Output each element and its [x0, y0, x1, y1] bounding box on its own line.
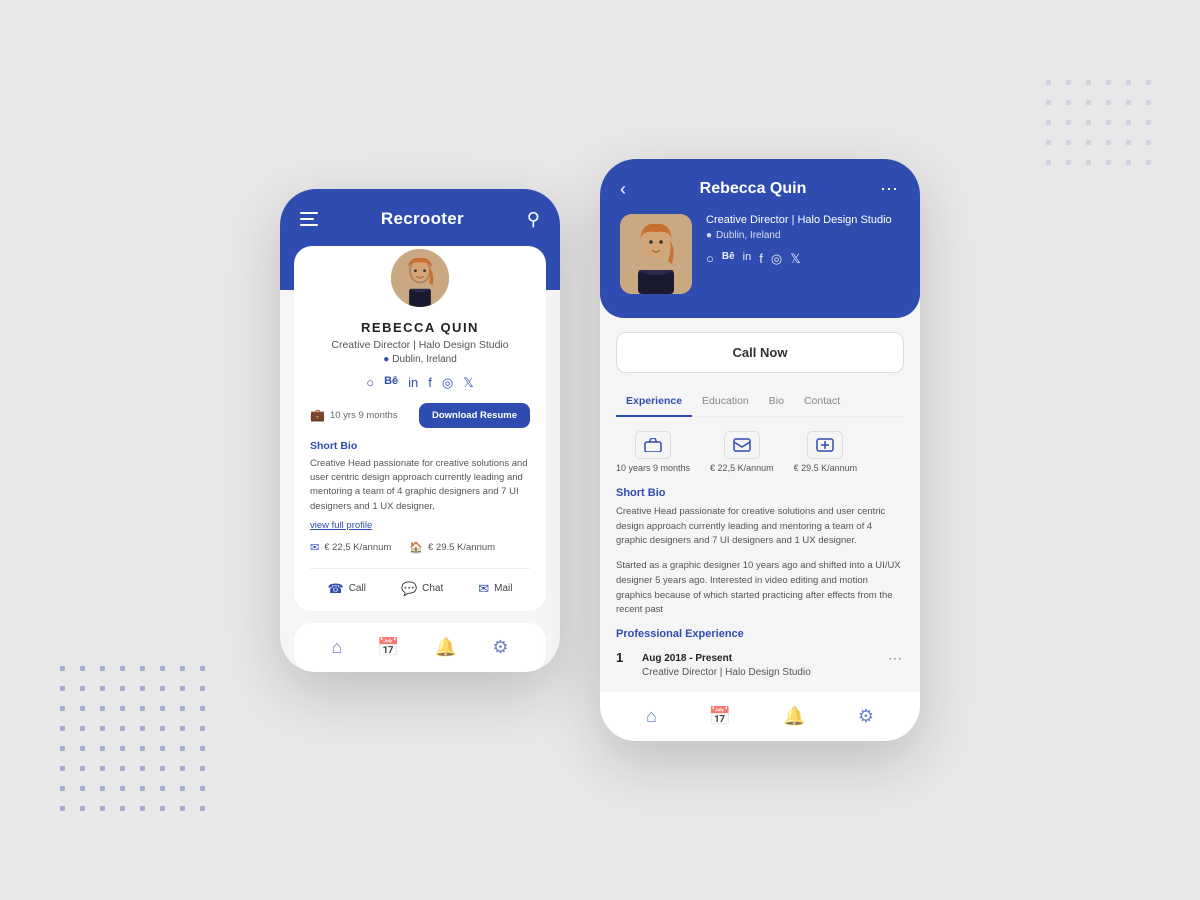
professional-experience-title: Professional Experience [616, 628, 904, 640]
profile2-info: Creative Director | Halo Design Studio ●… [706, 214, 900, 267]
bio2-text2: Started as a graphic designer 10 years a… [616, 559, 904, 618]
profile-name: REBECCA QUIN [310, 320, 530, 335]
avatar [388, 246, 452, 310]
briefcase-icon: 💼 [310, 408, 325, 422]
experience-label: 💼 10 yrs 9 months [310, 408, 398, 422]
profile-title: Creative Director | Halo Design Studio [310, 339, 530, 351]
nav-settings-icon[interactable]: ⚙ [492, 637, 508, 658]
exp-job-title: Creative Director | Halo Design Studio [642, 667, 904, 678]
linkedin-icon[interactable]: in [408, 375, 418, 391]
phone2: ‹ Rebecca Quin ⋯ [600, 159, 920, 741]
bio-text: Creative Head passionate for creative so… [310, 457, 530, 514]
call-button[interactable]: ☎ Call [328, 581, 366, 597]
app-title: Recrooter [381, 209, 464, 229]
tab-education[interactable]: Education [692, 389, 759, 417]
short-bio2-title: Short Bio [616, 487, 904, 499]
profile-card: REBECCA QUIN Creative Director | Halo De… [294, 246, 546, 611]
tab-contact[interactable]: Contact [794, 389, 850, 417]
email-icon: ✉ [310, 541, 319, 554]
salary-row: ✉ € 22,5 K/annum 🏠 € 29.5 K/annum [310, 541, 530, 554]
call-now-button[interactable]: Call Now [616, 332, 904, 373]
menu-icon[interactable] [300, 212, 318, 226]
experience-entry: 1 Aug 2018 - Present ⋯ Creative Director… [616, 650, 904, 678]
nav2-home-icon[interactable]: ⌂ [646, 706, 657, 727]
stat-experience: 10 years 9 months [616, 431, 690, 473]
nav2-bell-icon[interactable]: 🔔 [783, 706, 805, 727]
linkedin2-icon[interactable]: in [743, 251, 752, 267]
location2-pin-icon: ● [706, 230, 712, 241]
search-icon[interactable]: ⚲ [527, 209, 540, 230]
avatar2 [620, 214, 692, 294]
website-icon[interactable]: ○ [366, 375, 374, 391]
email2-icon [724, 431, 760, 459]
twitter2-icon[interactable]: 𝕏 [790, 251, 800, 267]
instagram2-icon[interactable]: ◎ [771, 251, 782, 267]
nav2-settings-icon[interactable]: ⚙ [858, 706, 874, 727]
nav-calendar-icon[interactable]: 📅 [377, 637, 399, 658]
nav-home-icon[interactable]: ⌂ [332, 637, 343, 658]
back-icon[interactable]: ‹ [620, 179, 626, 200]
view-full-profile-link[interactable]: view full profile [310, 520, 530, 531]
profile2-location: ● Dublin, Ireland [706, 230, 900, 241]
salary-min: ✉ € 22,5 K/annum [310, 541, 391, 554]
location-pin-icon: ● [383, 354, 389, 365]
divider [310, 568, 530, 569]
dot-grid-right: document.currentScript.insertAdjacentHTM… [1046, 80, 1160, 174]
phone2-header: ‹ Rebecca Quin ⋯ [600, 159, 920, 318]
stat-salary-min: € 22,5 K/annum [710, 431, 774, 473]
call-icon: ☎ [328, 581, 344, 597]
short-bio-title: Short Bio [310, 440, 530, 452]
salary2-icon [807, 431, 843, 459]
dot-grid-left: document.currentScript.insertAdjacentHTM… [60, 666, 214, 820]
nav-bell-icon[interactable]: 🔔 [435, 637, 457, 658]
behance-icon[interactable]: Bē [384, 375, 398, 391]
experience-number: 1 [616, 650, 632, 665]
profile2-row: Creative Director | Halo Design Studio ●… [620, 214, 900, 294]
exp-date: Aug 2018 - Present [642, 653, 732, 664]
facebook2-icon[interactable]: f [759, 251, 763, 267]
exp-more-icon[interactable]: ⋯ [888, 650, 904, 667]
experience-row: 💼 10 yrs 9 months Download Resume [310, 403, 530, 428]
profile2-name: Rebecca Quin [700, 180, 807, 198]
stat-salary-max: € 29.5 K/annum [794, 431, 858, 473]
nav2-calendar-icon[interactable]: 📅 [709, 706, 731, 727]
more-options-icon[interactable]: ⋯ [880, 179, 900, 200]
salary-max: 🏠 € 29.5 K/annum [409, 541, 495, 554]
bio2-text1: Creative Head passionate for creative so… [616, 505, 904, 549]
twitter-icon[interactable]: 𝕏 [463, 375, 473, 391]
website2-icon[interactable]: ○ [706, 251, 714, 267]
avatar-wrapper [310, 246, 530, 310]
phone2-header-top: ‹ Rebecca Quin ⋯ [620, 179, 900, 200]
tab-bio[interactable]: Bio [759, 389, 794, 417]
screens-wrapper: Recrooter ⚲ [280, 159, 920, 741]
download-resume-button[interactable]: Download Resume [419, 403, 530, 428]
instagram-icon[interactable]: ◎ [442, 375, 453, 391]
mail-icon: ✉ [478, 581, 489, 597]
tab-experience[interactable]: Experience [616, 389, 692, 417]
chat-button[interactable]: 💬 Chat [401, 581, 443, 597]
experience-details: Aug 2018 - Present ⋯ Creative Director |… [642, 650, 904, 678]
exp-date-row: Aug 2018 - Present ⋯ [642, 650, 904, 667]
facebook-icon[interactable]: f [428, 375, 432, 391]
social2-links: ○ Bē in f ◎ 𝕏 [706, 251, 900, 267]
profile-location: ● Dublin, Ireland [310, 354, 530, 365]
salary-icon: 🏠 [409, 541, 423, 554]
chat-icon: 💬 [401, 581, 417, 597]
action-row: ☎ Call 💬 Chat ✉ Mail [310, 581, 530, 597]
behance2-icon[interactable]: Bē [722, 251, 735, 267]
social-links: ○ Bē in f ◎ 𝕏 [310, 375, 530, 391]
phone1: Recrooter ⚲ [280, 189, 560, 672]
mail-button[interactable]: ✉ Mail [478, 581, 512, 597]
briefcase2-icon [635, 431, 671, 459]
bottom-nav: ⌂ 📅 🔔 ⚙ [294, 623, 546, 672]
tabs-row: Experience Education Bio Contact [616, 389, 904, 417]
profile2-job-title: Creative Director | Halo Design Studio [706, 214, 900, 226]
stats-row: 10 years 9 months € 22,5 K/annum € 29.5 … [616, 431, 904, 473]
phone2-body: Call Now Experience Education Bio Contac… [600, 318, 920, 692]
phone2-bottom-nav: ⌂ 📅 🔔 ⚙ [600, 692, 920, 741]
